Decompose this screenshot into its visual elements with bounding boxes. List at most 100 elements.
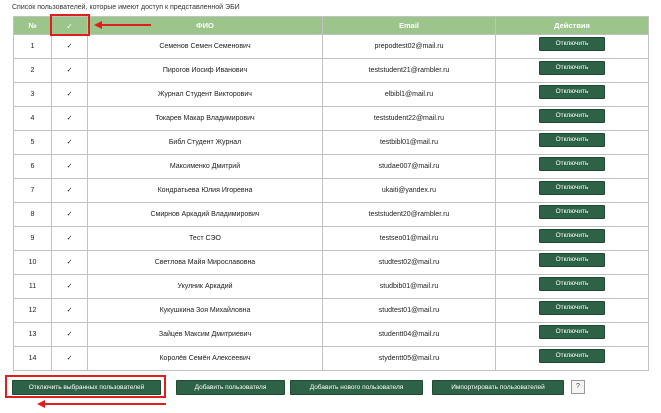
row-select-checkbox[interactable]: ✓ xyxy=(66,331,73,338)
disable-user-button[interactable]: Отключить xyxy=(539,60,605,75)
row-actions: Отключить xyxy=(495,274,649,299)
users-table: № ✓ ФИО Email Действия 1 ✓ Семенов Семен С… xyxy=(13,16,649,371)
table-row: 6 ✓ Максименко Дмитрий studae007@mail.ru Отк… xyxy=(13,154,649,179)
row-select-checkbox[interactable]: ✓ xyxy=(66,187,73,194)
row-actions: Отключить xyxy=(495,106,649,131)
row-fio-text: Семенов Семен Семенович xyxy=(159,43,251,50)
row-email: teststudent22@mail.ru xyxy=(322,106,496,131)
row-select-checkbox[interactable]: ✓ xyxy=(66,211,73,218)
disable-user-button[interactable]: Отключить xyxy=(539,132,605,147)
row-fio: Семенов Семен Семенович xyxy=(87,34,323,59)
row-select-cell[interactable]: ✓ xyxy=(51,274,88,299)
disable-user-button[interactable]: Отключить xyxy=(539,276,605,291)
row-num: 1 xyxy=(13,34,52,59)
disable-user-button[interactable]: Отключить xyxy=(539,252,605,267)
row-select-cell[interactable]: ✓ xyxy=(51,226,88,251)
row-num: 8 xyxy=(13,202,52,227)
table-row: 3 ✓ Журнал Студент Викторович elbibl1@mail.… xyxy=(13,82,649,107)
disable-user-button[interactable]: Отключить xyxy=(539,180,605,195)
table-row: 9 ✓ Тест СЭО testseo01@mail.ru Отключить xyxy=(13,226,649,251)
row-select-checkbox[interactable]: ✓ xyxy=(66,235,73,242)
add-new-user-button[interactable]: Добавить нового пользователя xyxy=(290,380,423,395)
row-select-checkbox[interactable]: ✓ xyxy=(66,355,73,362)
row-select-checkbox[interactable]: ✓ xyxy=(66,307,73,314)
row-email: ukaiti@yandex.ru xyxy=(322,178,496,203)
disable-selected-users-button[interactable]: Отключить выбранных пользователей xyxy=(12,380,161,395)
row-num: 13 xyxy=(13,322,52,347)
header-num: № xyxy=(13,16,52,35)
highlight-select-all-box xyxy=(50,14,90,36)
disable-user-button[interactable]: Отключить xyxy=(539,156,605,171)
row-num-text: 6 xyxy=(30,163,35,170)
table-row: 13 ✓ Зайцев Максим Дмитриевич studentt04@ma… xyxy=(13,322,649,347)
row-fio-text: Королёв Семён Алексеевич xyxy=(159,355,251,362)
row-fio: Светлова Майя Мирославовна xyxy=(87,250,323,275)
row-fio: Тест СЭО xyxy=(87,226,323,251)
disable-user-button[interactable]: Отключить xyxy=(539,36,605,51)
row-select-cell[interactable]: ✓ xyxy=(51,106,88,131)
row-select-cell[interactable]: ✓ xyxy=(51,178,88,203)
row-select-cell[interactable]: ✓ xyxy=(51,58,88,83)
row-fio-text: Светлова Майя Мирославовна xyxy=(154,259,256,266)
add-user-button[interactable]: Добавить пользователя xyxy=(176,380,285,395)
row-fio: Журнал Студент Викторович xyxy=(87,82,323,107)
row-num: 5 xyxy=(13,130,52,155)
row-actions: Отключить xyxy=(495,346,649,371)
row-fio: Максименко Дмитрий xyxy=(87,154,323,179)
row-select-cell[interactable]: ✓ xyxy=(51,298,88,323)
table-row: 12 ✓ Кукушкина Зоя Михайловна studtest01@ma… xyxy=(13,298,649,323)
row-actions: Отключить xyxy=(495,202,649,227)
row-select-cell[interactable]: ✓ xyxy=(51,130,88,155)
row-select-cell[interactable]: ✓ xyxy=(51,346,88,371)
disable-user-button[interactable]: Отключить xyxy=(539,204,605,219)
row-actions: Отключить xyxy=(495,82,649,107)
row-email-text: stydentt05@mail.ru xyxy=(378,355,440,362)
row-select-checkbox[interactable]: ✓ xyxy=(66,43,73,50)
disable-user-button[interactable]: Отключить xyxy=(539,300,605,315)
row-email: testseo01@mail.ru xyxy=(322,226,496,251)
disable-user-button[interactable]: Отключить xyxy=(539,348,605,363)
row-num-text: 14 xyxy=(28,355,37,362)
row-num-text: 9 xyxy=(30,235,35,242)
row-select-cell[interactable]: ✓ xyxy=(51,34,88,59)
import-users-button[interactable]: Импортировать пользователей xyxy=(432,380,564,395)
table-row: 5 ✓ Библ Студент Журнал testbibl01@mail.ru О… xyxy=(13,130,649,155)
table-row: 1 ✓ Семенов Семен Семенович prepodtest02@ma… xyxy=(13,34,649,59)
row-actions: Отключить xyxy=(495,322,649,347)
row-fio-text: Смирнов Аркадий Владимирович xyxy=(150,211,260,218)
row-select-cell[interactable]: ✓ xyxy=(51,322,88,347)
row-num: 9 xyxy=(13,226,52,251)
row-num: 10 xyxy=(13,250,52,275)
row-select-checkbox[interactable]: ✓ xyxy=(66,67,73,74)
highlight-arrow-top-head xyxy=(94,21,102,29)
row-email-text: studentt04@mail.ru xyxy=(378,331,440,338)
disable-user-button[interactable]: Отключить xyxy=(539,84,605,99)
row-select-cell[interactable]: ✓ xyxy=(51,82,88,107)
row-fio: Кукушкина Зоя Михайловна xyxy=(87,298,323,323)
row-select-cell[interactable]: ✓ xyxy=(51,154,88,179)
row-select-checkbox[interactable]: ✓ xyxy=(66,115,73,122)
row-fio-text: Кондратьева Юлия Игоревна xyxy=(157,187,253,194)
row-select-cell[interactable]: ✓ xyxy=(51,250,88,275)
row-select-checkbox[interactable]: ✓ xyxy=(66,91,73,98)
row-actions: Отключить xyxy=(495,250,649,275)
row-email-text: studae007@mail.ru xyxy=(378,163,440,170)
row-email-text: studtest01@mail.ru xyxy=(378,307,440,314)
disable-user-button[interactable]: Отключить xyxy=(539,324,605,339)
row-email: stydentt05@mail.ru xyxy=(322,346,496,371)
help-button[interactable]: ? xyxy=(571,380,585,394)
row-select-cell[interactable]: ✓ xyxy=(51,202,88,227)
row-select-checkbox[interactable]: ✓ xyxy=(66,259,73,266)
row-email-text: ukaiti@yandex.ru xyxy=(381,187,437,194)
row-select-checkbox[interactable]: ✓ xyxy=(66,139,73,146)
row-select-checkbox[interactable]: ✓ xyxy=(66,163,73,170)
disable-user-button[interactable]: Отключить xyxy=(539,228,605,243)
highlight-arrow-top-line xyxy=(101,24,151,26)
row-fio-text: Журнал Студент Викторович xyxy=(158,91,252,98)
row-num: 3 xyxy=(13,82,52,107)
row-num-text: 3 xyxy=(30,91,35,98)
table-row: 8 ✓ Смирнов Аркадий Владимирович teststuden… xyxy=(13,202,649,227)
row-select-checkbox[interactable]: ✓ xyxy=(66,283,73,290)
row-fio: Токарев Макар Владимирович xyxy=(87,106,323,131)
disable-user-button[interactable]: Отключить xyxy=(539,108,605,123)
